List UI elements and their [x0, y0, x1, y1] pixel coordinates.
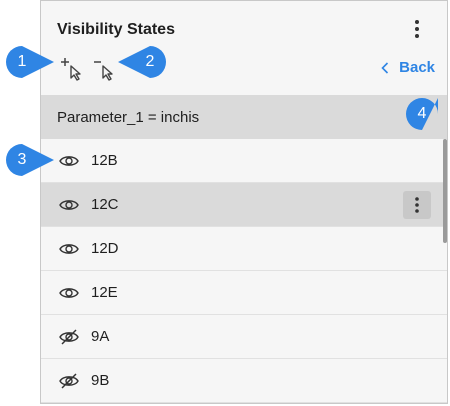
state-label: 9B — [91, 372, 110, 389]
back-button[interactable]: Back — [381, 59, 435, 76]
panel-menu-button[interactable] — [405, 17, 429, 41]
scrollbar[interactable] — [443, 139, 447, 403]
back-label: Back — [399, 59, 435, 76]
callout-4: 4 — [404, 96, 440, 132]
state-label: 12C — [91, 196, 119, 213]
parameter-label: Parameter_1 = inchis — [57, 108, 200, 126]
callout-2: 2 — [118, 44, 168, 80]
callout-number: 2 — [145, 53, 155, 70]
vertical-ellipsis-icon — [415, 20, 419, 38]
row-menu-button[interactable] — [403, 191, 431, 219]
vertical-ellipsis-icon — [415, 197, 419, 213]
eye-off-icon[interactable] — [59, 371, 79, 391]
scrollbar-thumb[interactable] — [443, 139, 447, 243]
state-label: 12E — [91, 284, 118, 301]
eye-off-icon[interactable] — [59, 327, 79, 347]
visibility-states-panel: Visibility States Back Parameter_1 = inc… — [40, 0, 448, 404]
visibility-state-list: 12B 12C 12D 12E 9A 9B — [41, 139, 447, 403]
eye-icon[interactable] — [59, 239, 79, 259]
state-row-9b[interactable]: 9B — [41, 359, 447, 403]
callout-3: 3 — [4, 142, 54, 178]
chevron-left-icon — [381, 61, 389, 74]
state-row-12d[interactable]: 12D — [41, 227, 447, 271]
state-row-12b[interactable]: 12B — [41, 139, 447, 183]
state-row-12e[interactable]: 12E — [41, 271, 447, 315]
state-row-9a[interactable]: 9A — [41, 315, 447, 359]
callout-1: 1 — [4, 44, 54, 80]
state-label: 9A — [91, 328, 110, 345]
eye-icon[interactable] — [59, 283, 79, 303]
eye-icon[interactable] — [59, 195, 79, 215]
add-state-button[interactable] — [59, 55, 87, 83]
eye-icon[interactable] — [59, 151, 79, 171]
callout-number: 3 — [17, 151, 27, 168]
state-label: 12B — [91, 152, 118, 169]
panel-title: Visibility States — [57, 21, 175, 38]
parameter-row[interactable]: Parameter_1 = inchis — [41, 95, 447, 139]
callout-number: 1 — [17, 53, 27, 70]
callout-number: 4 — [417, 105, 427, 122]
state-row-12c[interactable]: 12C — [41, 183, 447, 227]
state-label: 12D — [91, 240, 119, 257]
add-pointer-icon — [61, 58, 81, 81]
